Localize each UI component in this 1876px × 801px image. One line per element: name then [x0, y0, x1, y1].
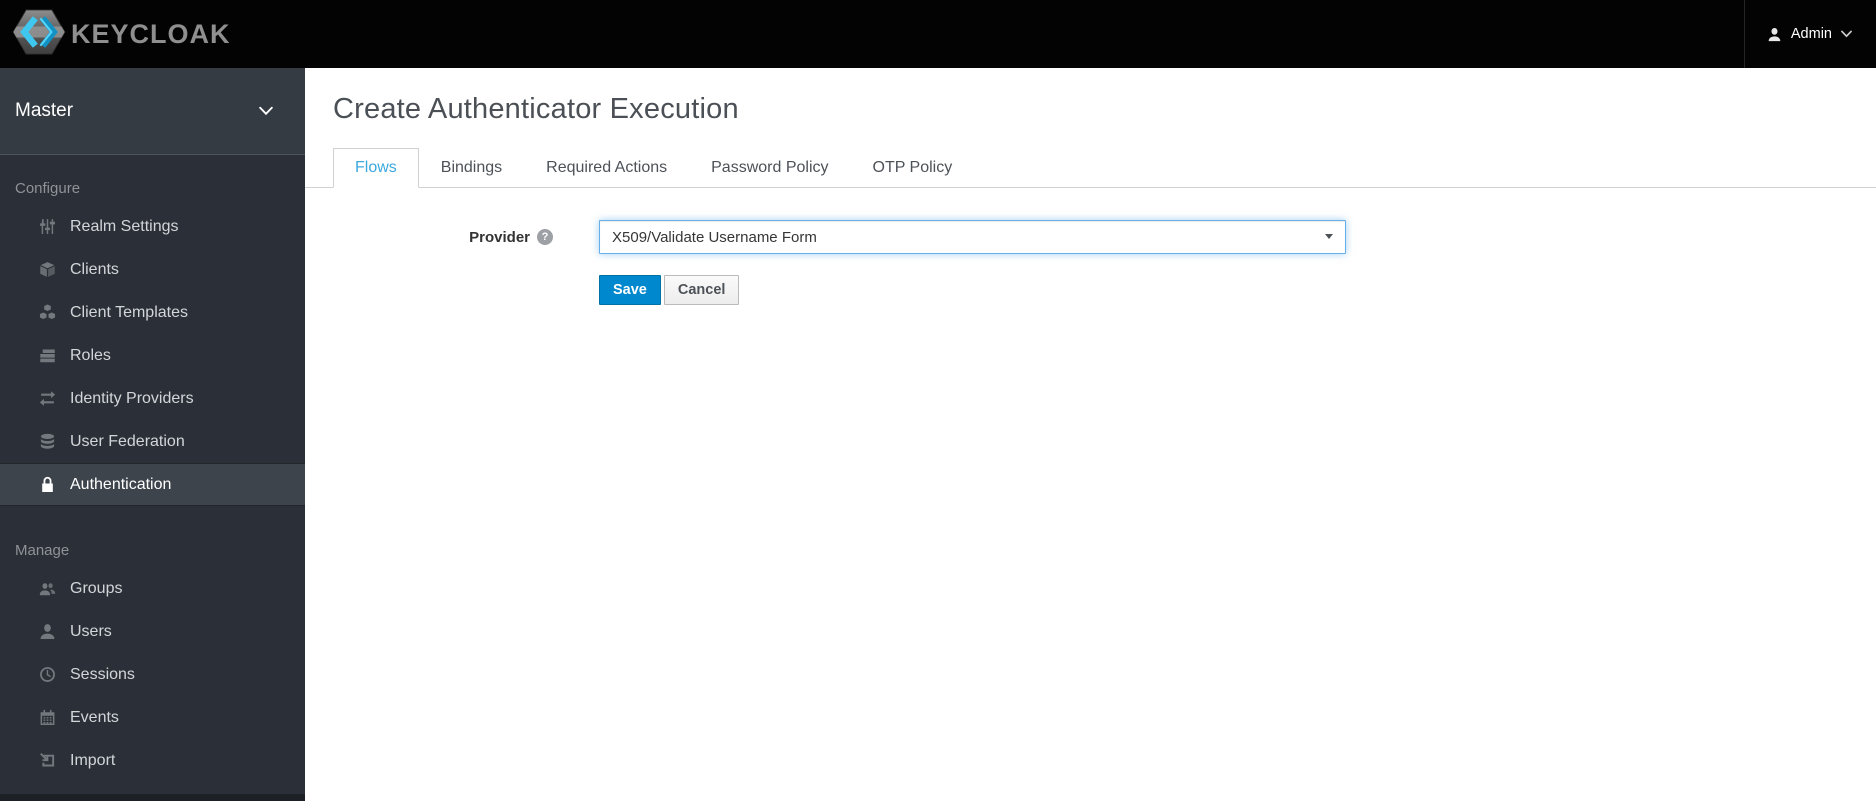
- realm-name: Master: [15, 100, 74, 121]
- sidebar-item-label: Authentication: [70, 475, 172, 493]
- sidebar-item-client-templates[interactable]: Client Templates: [0, 291, 305, 334]
- form-actions: Save Cancel: [599, 275, 1876, 305]
- page-title: Create Authenticator Execution: [333, 93, 739, 125]
- sidebar-item-label: Roles: [70, 346, 111, 364]
- realm-selector[interactable]: Master: [0, 68, 305, 155]
- help-icon[interactable]: [537, 229, 553, 245]
- sidebar-item-label: Realm Settings: [70, 217, 179, 235]
- sidebar-item-user-federation[interactable]: User Federation: [0, 420, 305, 463]
- sidebar-item-import[interactable]: Import: [0, 739, 305, 782]
- sidebar-item-roles[interactable]: Roles: [0, 334, 305, 377]
- provider-label-box: Provider: [333, 229, 553, 246]
- keycloak-hexagon-icon: [12, 8, 66, 60]
- cube-icon: [36, 261, 58, 278]
- tab-otp-policy[interactable]: OTP Policy: [851, 148, 975, 188]
- provider-label: Provider: [469, 228, 530, 246]
- sidebar-item-label: Clients: [70, 260, 119, 278]
- sidebar-item-label: Client Templates: [70, 303, 188, 321]
- sliders-icon: [36, 218, 58, 235]
- main-content: Create Authenticator Execution Flows Bin…: [305, 68, 1876, 801]
- sidebar-bottom-strip: [0, 794, 305, 801]
- provider-select-wrap: X509/Validate Username Form: [599, 220, 1346, 254]
- sidebar-item-authentication[interactable]: Authentication: [0, 463, 305, 506]
- cancel-button[interactable]: Cancel: [663, 275, 740, 305]
- sidebar-item-label: Groups: [70, 579, 123, 597]
- exchange-icon: [36, 390, 58, 407]
- tab-password-policy[interactable]: Password Policy: [689, 148, 850, 188]
- cubes-icon: [36, 304, 58, 321]
- provider-select[interactable]: X509/Validate Username Form: [599, 220, 1346, 254]
- sidebar-item-label: Sessions: [70, 665, 135, 683]
- sidebar-item-label: Identity Providers: [70, 389, 194, 407]
- roles-icon: [36, 347, 58, 364]
- sidebar-item-users[interactable]: Users: [0, 610, 305, 653]
- sidebar-item-groups[interactable]: Groups: [0, 567, 305, 610]
- tab-bar: Flows Bindings Required Actions Password…: [305, 147, 1876, 188]
- sidebar-item-label: Users: [70, 622, 112, 640]
- database-icon: [36, 433, 58, 450]
- tab-required-actions[interactable]: Required Actions: [524, 148, 689, 188]
- sidebar-item-label: Import: [70, 751, 116, 769]
- sidebar: Master Configure Realm Settings Clients …: [0, 68, 305, 801]
- create-execution-form: Provider X509/Validate Username Form Sav…: [333, 220, 1876, 305]
- save-button[interactable]: Save: [599, 275, 661, 305]
- sidebar-section-configure: Configure: [15, 180, 81, 197]
- user-menu[interactable]: Admin: [1743, 0, 1876, 68]
- sidebar-item-label: Events: [70, 708, 119, 726]
- top-header: KEYCLOAK Admin: [0, 0, 1876, 68]
- user-icon: [1767, 27, 1782, 42]
- keycloak-logo[interactable]: KEYCLOAK: [0, 8, 231, 60]
- user-icon: [36, 623, 58, 640]
- sidebar-item-label: User Federation: [70, 432, 185, 450]
- sidebar-item-events[interactable]: Events: [0, 696, 305, 739]
- chevron-down-icon: [259, 100, 273, 122]
- user-name: Admin: [1790, 26, 1832, 42]
- sidebar-item-clients[interactable]: Clients: [0, 248, 305, 291]
- brand-text: KEYCLOAK: [71, 18, 231, 49]
- tab-bindings[interactable]: Bindings: [419, 148, 524, 188]
- clock-icon: [36, 666, 58, 683]
- chevron-down-icon: [1841, 30, 1852, 38]
- calendar-icon: [36, 709, 58, 726]
- lock-icon: [36, 476, 58, 493]
- group-icon: [36, 580, 58, 597]
- sidebar-item-sessions[interactable]: Sessions: [0, 653, 305, 696]
- import-icon: [36, 752, 58, 769]
- provider-row: Provider X509/Validate Username Form: [333, 220, 1876, 254]
- sidebar-item-realm-settings[interactable]: Realm Settings: [0, 205, 305, 248]
- sidebar-section-manage: Manage: [15, 542, 70, 559]
- sidebar-item-identity-providers[interactable]: Identity Providers: [0, 377, 305, 420]
- tab-flows[interactable]: Flows: [333, 148, 419, 188]
